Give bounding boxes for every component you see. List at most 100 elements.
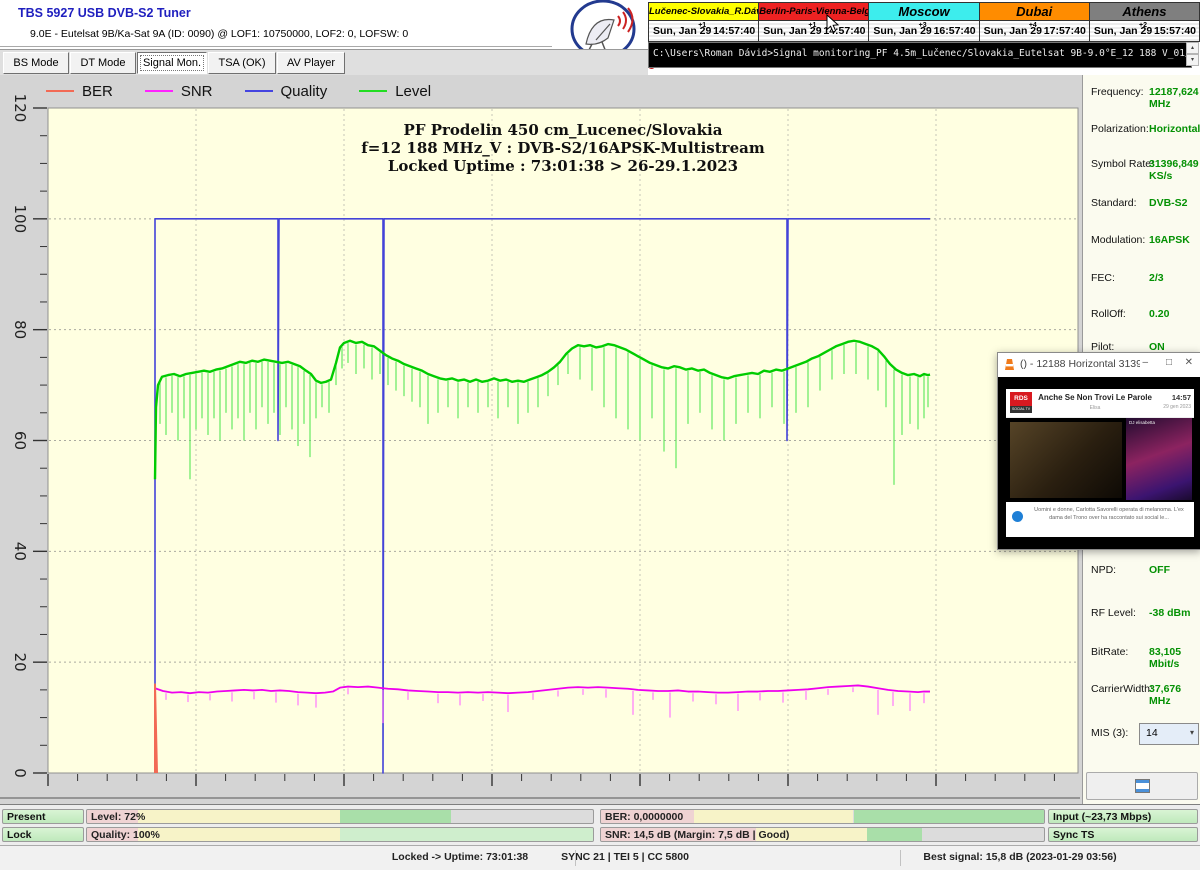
vlc-title: () - 12188 Horizontal 31396,849... [1020, 358, 1140, 370]
clock-city-label: Athens [1090, 3, 1199, 21]
clock-city-label: Lučenec-Slovakia_R.Dávid [649, 3, 758, 21]
level-progressbar: Level: 72% [86, 809, 594, 824]
level-label: Level: 72% [91, 810, 145, 824]
lock-indicator: Lock [2, 827, 84, 842]
sync-status: SYNC 21 | TEI 5 | CC 5800 [561, 851, 689, 863]
sidebar-value: 0.20 [1149, 308, 1169, 320]
clock-time-row: Sun, Jan 29+114:57:40 [759, 21, 868, 41]
quality-label: Quality: 100% [91, 828, 160, 842]
tbs-tuner-window: TBS 5927 USB DVB-S2 Tuner 9.0E - Eutelsa… [0, 0, 1200, 870]
best-signal-status: Best signal: 15,8 dB (2023-01-29 03:56) [923, 851, 1116, 863]
terminal-scrollbar: ▴ ▾ [1186, 42, 1199, 68]
command-line[interactable]: C:\Users\Roman Dávid>Signal monitoring_P… [648, 42, 1192, 68]
tab-tsa-ok-[interactable]: TSA (OK) [208, 52, 276, 74]
thumbnail-label: DJ elisabetta [1129, 420, 1155, 425]
tab-signal-mon-[interactable]: Signal Mon. [137, 52, 207, 74]
svg-text:120: 120 [11, 94, 29, 123]
clock-time: 16:57:40 [934, 25, 976, 37]
clock-utc-offset: +2 [1139, 22, 1147, 29]
video-thumbnail-main [1010, 422, 1122, 498]
tv-date: 29 gen 2023 [1163, 404, 1191, 410]
uptime-status: Locked -> Uptime: 73:01:38 [392, 851, 528, 863]
world-clocks: Lučenec-Slovakia_R.DávidSun, Jan 29+114:… [648, 2, 1200, 42]
statusbar: Locked -> Uptime: 73:01:38 SYNC 21 | TEI… [0, 845, 1200, 870]
scroll-up-icon[interactable]: ▴ [1186, 42, 1199, 54]
mis-dropdown[interactable]: 14 ▾ [1139, 723, 1199, 745]
now-playing-title: Anche Se Non Trovi Le Parole [1036, 393, 1154, 402]
tv-frame: RDS SOCIAL TV Anche Se Non Trovi Le Paro… [1006, 389, 1194, 537]
mis-label: MIS (3): [1091, 727, 1128, 739]
tv-header: RDS SOCIAL TV Anche Se Non Trovi Le Paro… [1006, 389, 1194, 418]
svg-text:0: 0 [11, 768, 29, 778]
bar-segment-yellow [138, 810, 340, 823]
satellite-subtitle: 9.0E - Eutelsat 9B/Ka-Sat 9A (ID: 0090) … [30, 28, 408, 40]
vlc-titlebar[interactable]: () - 12188 Horizontal 31396,849... – □ ✕ [998, 353, 1200, 378]
tv-news-strip: Uomini e donne, Carlotta Savorelli opera… [1006, 502, 1194, 536]
clock-dubai: DubaiSun, Jan 29+417:57:40 [980, 3, 1090, 41]
tv-video-row: DJ elisabetta [1006, 418, 1194, 502]
video-thumbnail-side: DJ elisabetta [1126, 418, 1192, 500]
vlc-cone-icon [1003, 358, 1016, 372]
sidebar-value: 37,676 MHz [1149, 683, 1200, 707]
stream-list-icon [1135, 779, 1150, 793]
chart-title-line2: f=12 188 MHz_V : DVB-S2/16APSK-Multistre… [48, 139, 1078, 157]
chevron-down-icon: ▾ [1190, 724, 1194, 742]
news-icon [1012, 511, 1023, 522]
clock-time-row: Sun, Jan 29+316:57:40 [869, 21, 978, 41]
tv-clock: 14:57 [1172, 393, 1191, 402]
sidebar-label: CarrierWidth: [1091, 683, 1153, 695]
clock-time: 17:57:40 [1044, 25, 1086, 37]
minimize-button[interactable]: – [1142, 357, 1148, 368]
rds-logo: RDS SOCIAL TV [1010, 392, 1032, 413]
bar-segment-green [854, 810, 1044, 823]
status-divider [575, 850, 576, 866]
close-button[interactable]: ✕ [1185, 357, 1193, 368]
sidebar-label: Modulation: [1091, 234, 1145, 246]
sidebar-label: FEC: [1091, 272, 1115, 284]
bar-segment-green [340, 810, 451, 823]
sidebar-value: DVB-S2 [1149, 197, 1188, 209]
news-ticker: Uomini e donne, Carlotta Savorelli opera… [1030, 506, 1188, 523]
snr-progressbar: SNR: 14,5 dB (Margin: 7,5 dB | Good) [600, 827, 1045, 842]
sidebar-value: OFF [1149, 564, 1170, 576]
sidebar-value: 2/3 [1149, 272, 1164, 284]
tab-av-player[interactable]: AV Player [277, 52, 345, 74]
header-divider [0, 46, 552, 47]
quality-progressbar: Quality: 100% [86, 827, 594, 842]
rds-logo-sub: SOCIAL TV [1010, 406, 1032, 413]
sidebar-value: 31396,849 KS/s [1149, 158, 1200, 182]
tab-bs-mode[interactable]: BS Mode [3, 52, 69, 74]
vlc-video-area[interactable]: RDS SOCIAL TV Anche Se Non Trovi Le Paro… [998, 377, 1200, 549]
app-title: TBS 5927 USB DVB-S2 Tuner [18, 6, 191, 20]
syncts-indicator: Sync TS [1048, 827, 1198, 842]
sidebar-tool-button[interactable] [1086, 772, 1198, 800]
clock-utc-offset: +4 [1029, 22, 1037, 29]
sidebar-label: Polarization: [1091, 123, 1149, 135]
chart-title-line1: PF Prodelin 450 cm_Lucenec/Slovakia [48, 121, 1078, 139]
mode-tabstrip: BS ModeDT ModeSignal Mon.TSA (OK)AV Play… [0, 49, 648, 76]
svg-text:100: 100 [11, 205, 29, 234]
input-indicator: Input (~23,73 Mbps) [1048, 809, 1198, 824]
clock-berlin-paris-vienna-belgrade: Berlin-Paris-Vienna-BelgradeSun, Jan 29+… [759, 3, 869, 41]
scroll-down-icon[interactable]: ▾ [1186, 54, 1199, 66]
clock-moscow: MoscowSun, Jan 29+316:57:40 [869, 3, 979, 41]
svg-text:40: 40 [11, 542, 29, 561]
sidebar-label: NPD: [1091, 564, 1116, 576]
sidebar-label: RF Level: [1091, 607, 1136, 619]
tab-dt-mode[interactable]: DT Mode [70, 52, 136, 74]
vlc-player-window[interactable]: () - 12188 Horizontal 31396,849... – □ ✕… [997, 352, 1200, 550]
sidebar-label: BitRate: [1091, 646, 1128, 658]
chart-title-line3: Locked Uptime : 73:01:38 > 26-29.1.2023 [48, 157, 1078, 175]
header: TBS 5927 USB DVB-S2 Tuner 9.0E - Eutelsa… [0, 0, 1200, 75]
bar-segment-palegreen [340, 828, 593, 841]
status-divider [900, 850, 901, 866]
present-indicator: Present [2, 809, 84, 824]
sidebar-value: Horizontal [1149, 123, 1200, 135]
clock-time-row: Sun, Jan 29+417:57:40 [980, 21, 1089, 41]
clock-utc-offset: +1 [808, 22, 816, 29]
rds-logo-text: RDS [1010, 392, 1032, 406]
bar-segment-yellow [694, 810, 853, 823]
clock-time-row: Sun, Jan 29+114:57:40 [649, 21, 758, 41]
svg-text:60: 60 [11, 431, 29, 450]
maximize-button[interactable]: □ [1166, 357, 1172, 368]
